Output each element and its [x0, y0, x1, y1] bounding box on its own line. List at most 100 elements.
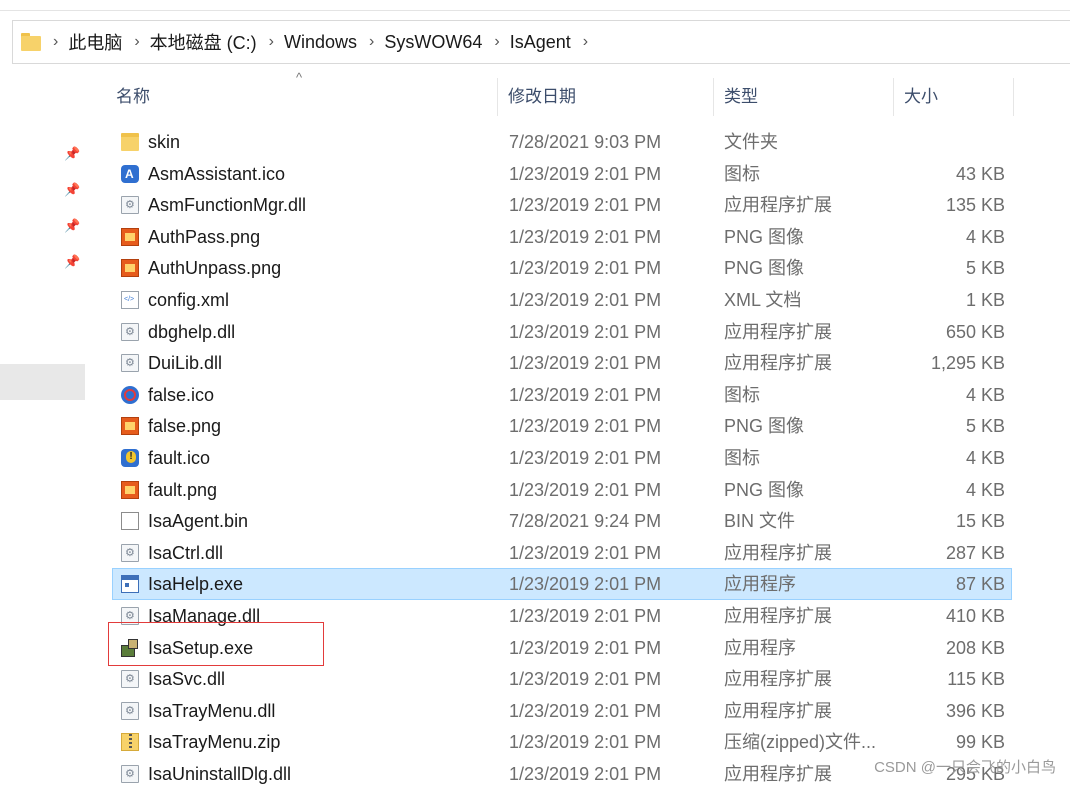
breadcrumb-windows[interactable]: Windows — [284, 32, 357, 53]
file-type: 应用程序扩展 — [724, 605, 832, 626]
file-row[interactable]: IsaSvc.dll 1/23/2019 2:01 PM 应用程序扩展 115 KB — [112, 663, 1012, 695]
fault-ico-icon — [121, 448, 139, 467]
file-size: 43 KB — [955, 163, 1005, 184]
file-type: 应用程序扩展 — [724, 542, 832, 563]
file-date: 1/23/2019 2:01 PM — [509, 447, 662, 468]
dll-icon — [121, 543, 139, 562]
false-ico-icon — [121, 385, 139, 404]
file-type: 应用程序扩展 — [724, 353, 832, 374]
file-name: IsaSvc.dll — [148, 669, 226, 690]
file-size: 4 KB — [965, 447, 1005, 468]
file-date: 1/23/2019 2:01 PM — [509, 353, 662, 374]
bin-icon — [121, 512, 139, 531]
file-type: PNG 图像 — [724, 226, 805, 247]
file-name: IsaTrayMenu.dll — [148, 700, 276, 721]
file-row[interactable]: skin 7/28/2021 9:03 PM 文件夹 — [112, 126, 1012, 158]
address-bar[interactable]: › 此电脑 › 本地磁盘 (C:) › Windows › SysWOW64 ›… — [12, 20, 1070, 64]
file-row[interactable]: AuthUnpass.png 1/23/2019 2:01 PM PNG 图像 5 K… — [112, 252, 1012, 284]
file-name: IsaHelp.exe — [148, 574, 244, 595]
file-date: 1/23/2019 2:01 PM — [509, 542, 662, 563]
file-name: IsaTrayMenu.zip — [148, 732, 281, 753]
file-type: 图标 — [724, 163, 760, 184]
file-row[interactable]: IsaTrayMenu.zip 1/23/2019 2:01 PM 压缩(zippe… — [112, 726, 1012, 758]
file-date: 7/28/2021 9:03 PM — [509, 132, 662, 152]
breadcrumb-this-pc[interactable]: 此电脑 — [68, 29, 122, 55]
file-size: 1 KB — [965, 289, 1005, 310]
file-row[interactable]: AsmFunctionMgr.dll 1/23/2019 2:01 PM 应用程序扩… — [112, 189, 1012, 221]
file-date: 1/23/2019 2:01 PM — [509, 763, 662, 784]
breadcrumb-local-disk[interactable]: 本地磁盘 (C:) — [150, 29, 257, 55]
column-header-name[interactable]: 名称 — [106, 78, 498, 116]
file-type: 文件夹 — [724, 132, 778, 152]
file-name: config.xml — [148, 289, 230, 310]
file-size: 287 KB — [945, 542, 1005, 563]
chevron-right-icon[interactable]: › — [53, 33, 58, 51]
chevron-right-icon[interactable]: › — [369, 33, 374, 51]
pin-icon[interactable]: 📌 — [64, 254, 80, 270]
file-type: 应用程序扩展 — [724, 700, 832, 721]
column-header-size[interactable]: 大小 — [894, 78, 1014, 116]
breadcrumb-isagent[interactable]: IsAgent — [510, 32, 571, 53]
folder-icon — [121, 133, 139, 151]
file-row[interactable]: AsmAssistant.ico 1/23/2019 2:01 PM 图标 43 KB — [112, 158, 1012, 190]
file-row[interactable]: IsaHelp.exe 1/23/2019 2:01 PM 应用程序 87 KB — [112, 568, 1012, 600]
chevron-right-icon[interactable]: › — [494, 33, 499, 51]
nav-item-selected[interactable] — [0, 364, 85, 400]
file-row[interactable]: fault.png 1/23/2019 2:01 PM PNG 图像 4 KB — [112, 474, 1012, 506]
file-date: 1/23/2019 2:01 PM — [509, 637, 662, 658]
column-header-date[interactable]: 修改日期 — [498, 78, 714, 116]
file-type: PNG 图像 — [724, 258, 805, 279]
column-header-type[interactable]: 类型 — [714, 78, 894, 116]
file-name: AuthUnpass.png — [148, 258, 282, 279]
file-size: 135 KB — [945, 195, 1005, 216]
breadcrumb-syswow64[interactable]: SysWOW64 — [384, 32, 482, 53]
file-size: 396 KB — [945, 700, 1005, 721]
chevron-right-icon[interactable]: › — [583, 33, 588, 51]
file-size: 115 KB — [947, 669, 1005, 690]
file-date: 1/23/2019 2:01 PM — [509, 605, 662, 626]
png-icon — [121, 227, 139, 246]
file-row[interactable]: dbghelp.dll 1/23/2019 2:01 PM 应用程序扩展 650 KB — [112, 316, 1012, 348]
file-row[interactable]: config.xml 1/23/2019 2:01 PM XML 文档 1 KB — [112, 284, 1012, 316]
file-row[interactable]: false.ico 1/23/2019 2:01 PM 图标 4 KB — [112, 379, 1012, 411]
file-size: 87 KB — [955, 574, 1005, 595]
dll-icon — [121, 196, 139, 215]
file-row[interactable]: IsaCtrl.dll 1/23/2019 2:01 PM 应用程序扩展 287 KB — [112, 537, 1012, 569]
file-date: 1/23/2019 2:01 PM — [509, 163, 662, 184]
pin-icon[interactable]: 📌 — [64, 146, 80, 162]
file-date: 1/23/2019 2:01 PM — [509, 226, 662, 247]
xml-icon — [121, 290, 139, 309]
file-type: 应用程序扩展 — [724, 763, 832, 784]
file-type: XML 文档 — [724, 289, 802, 310]
ico-icon — [121, 164, 139, 183]
png-icon — [121, 417, 139, 436]
annotation-highlight-box — [108, 622, 324, 666]
file-type: 应用程序 — [724, 574, 796, 595]
file-date: 1/23/2019 2:01 PM — [509, 669, 662, 690]
file-size: 410 KB — [945, 605, 1005, 626]
file-row[interactable]: IsaTrayMenu.dll 1/23/2019 2:01 PM 应用程序扩展 39… — [112, 695, 1012, 727]
file-name: IsaUninstallDlg.dll — [148, 763, 292, 784]
file-row[interactable]: DuiLib.dll 1/23/2019 2:01 PM 应用程序扩展 1,295 K… — [112, 347, 1012, 379]
file-date: 1/23/2019 2:01 PM — [509, 258, 662, 279]
file-size: 4 KB — [965, 226, 1005, 247]
pin-icon[interactable]: 📌 — [64, 218, 80, 234]
file-name: AsmFunctionMgr.dll — [148, 195, 307, 216]
file-row[interactable]: fault.ico 1/23/2019 2:01 PM 图标 4 KB — [112, 442, 1012, 474]
folder-icon — [21, 33, 41, 51]
window-top-edge — [0, 0, 1070, 11]
file-row[interactable]: AuthPass.png 1/23/2019 2:01 PM PNG 图像 4 KB — [112, 221, 1012, 253]
file-row[interactable]: IsaAgent.bin 7/28/2021 9:24 PM BIN 文件 15 KB — [112, 505, 1012, 537]
pin-icon[interactable]: 📌 — [64, 182, 80, 198]
file-date: 1/23/2019 2:01 PM — [509, 700, 662, 721]
file-name: fault.png — [148, 479, 218, 500]
file-type: PNG 图像 — [724, 416, 805, 437]
file-type: 图标 — [724, 447, 760, 468]
file-row[interactable]: false.png 1/23/2019 2:01 PM PNG 图像 5 KB — [112, 410, 1012, 442]
file-name: dbghelp.dll — [148, 321, 236, 342]
file-name: DuiLib.dll — [148, 353, 223, 374]
file-name: IsaCtrl.dll — [148, 542, 224, 563]
chevron-right-icon[interactable]: › — [134, 33, 139, 51]
watermark: CSDN @一只会飞的小白鸟 — [874, 759, 1056, 776]
chevron-right-icon[interactable]: › — [269, 33, 274, 51]
